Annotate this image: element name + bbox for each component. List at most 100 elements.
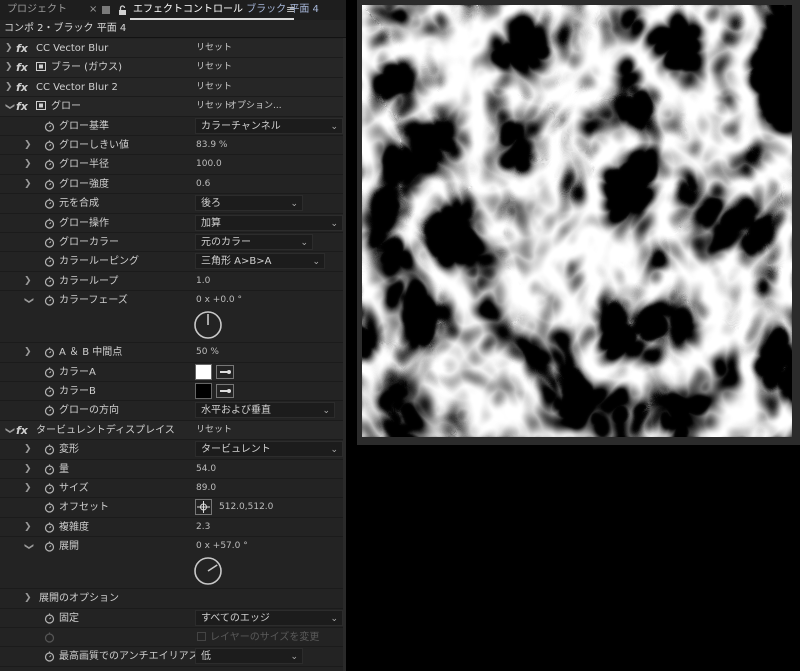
param-value[interactable]: 100.0 — [196, 155, 222, 174]
effect-row-cc-vector-blur-2[interactable]: ❯ fx CC Vector Blur 2 リセット — [0, 77, 346, 98]
param-value[interactable]: 83.9 % — [196, 136, 227, 155]
chevron-down-icon[interactable]: ❯ — [18, 297, 37, 305]
stopwatch-icon[interactable] — [44, 276, 55, 287]
pinning-dropdown[interactable]: すべてのエッジ ⌄ — [195, 609, 343, 626]
angle-dial[interactable] — [193, 556, 223, 586]
color-looping-dropdown[interactable]: 三角形 A>B>A ⌄ — [195, 253, 325, 270]
chevron-right-icon[interactable]: ❯ — [24, 518, 32, 537]
param-value[interactable]: 0 x +0.0 ° — [196, 291, 242, 310]
panel-menu-icon[interactable]: ≡ — [286, 0, 295, 20]
param-value[interactable]: 50 % — [196, 343, 219, 362]
chevron-right-icon[interactable]: ❯ — [24, 589, 32, 608]
chevron-right-icon[interactable]: ❯ — [24, 479, 32, 498]
stopwatch-icon[interactable] — [44, 502, 55, 513]
chevron-right-icon[interactable]: ❯ — [5, 78, 13, 97]
effect-row-gaussian-blur[interactable]: ❯ fx ブラー (ガウス) リセット — [0, 58, 346, 78]
param-row-size: ❯ サイズ 89.0 — [0, 479, 346, 499]
panel-tab-bar: プロジェクト × エフェクトコントロール ブラック 平面 4 ≡ — [0, 0, 346, 20]
stopwatch-icon[interactable] — [44, 159, 55, 170]
color-b-swatch[interactable] — [195, 383, 212, 399]
chevron-down-icon: ⌄ — [300, 238, 308, 248]
stopwatch-icon[interactable] — [44, 483, 55, 494]
param-value[interactable]: 2.3 — [196, 518, 210, 537]
stopwatch-icon[interactable] — [44, 464, 55, 475]
stopwatch-icon[interactable] — [44, 295, 55, 306]
effect-row-turbulent-displace[interactable]: ❯ fx タービュレントディスプレイス リセット — [0, 420, 346, 441]
param-value[interactable]: 54.0 — [196, 460, 216, 479]
stopwatch-icon[interactable] — [44, 256, 55, 267]
fx-icon[interactable]: fx — [16, 97, 28, 116]
resize-layer-checkbox[interactable] — [197, 632, 206, 641]
effect-row-glow[interactable]: ❯ fx グロー リセット オプション... — [0, 97, 346, 117]
chevron-down-icon[interactable]: ❯ — [18, 543, 37, 551]
lock-icon[interactable] — [118, 0, 127, 20]
chevron-right-icon[interactable]: ❯ — [24, 136, 32, 155]
chevron-right-icon[interactable]: ❯ — [5, 39, 13, 58]
panel-scrollbar[interactable] — [343, 38, 346, 671]
displacement-dropdown[interactable]: タービュレント ⌄ — [195, 441, 343, 458]
fx-icon[interactable]: fx — [16, 39, 28, 58]
param-row-glow-radius: ❯ グロー半径 100.0 — [0, 155, 346, 175]
composite-original-dropdown[interactable]: 後ろ ⌄ — [195, 195, 303, 212]
chevron-right-icon[interactable]: ❯ — [24, 155, 32, 174]
stopwatch-icon[interactable] — [44, 613, 55, 624]
effect-row-cc-vector-blur[interactable]: ❯ fx CC Vector Blur リセット — [0, 39, 346, 59]
turbulent-glow-pattern — [362, 5, 792, 437]
reset-button[interactable]: リセット — [196, 421, 232, 440]
chevron-right-icon[interactable]: ❯ — [5, 58, 13, 77]
param-value[interactable]: 1.0 — [196, 272, 210, 291]
effect-name: タービュレントディスプレイス — [36, 424, 175, 436]
stopwatch-icon[interactable] — [44, 651, 55, 662]
tab-project[interactable]: プロジェクト — [7, 0, 67, 20]
glow-colors-dropdown[interactable]: 元のカラー ⌄ — [195, 234, 313, 250]
eyedropper-icon[interactable] — [216, 384, 234, 398]
chevron-right-icon[interactable]: ❯ — [24, 272, 32, 291]
stopwatch-icon[interactable] — [44, 179, 55, 190]
stopwatch-icon[interactable] — [44, 347, 55, 358]
param-row-color-looping: カラールーピング 三角形 A>B>A ⌄ — [0, 252, 346, 272]
effect-controls-panel: プロジェクト × エフェクトコントロール ブラック 平面 4 ≡ コンポ 2・ブ… — [0, 0, 346, 671]
stopwatch-icon[interactable] — [44, 386, 55, 397]
panel-square-icon — [102, 6, 110, 14]
angle-dial[interactable] — [193, 310, 223, 340]
param-value[interactable]: 0.6 — [196, 175, 210, 194]
stopwatch-icon[interactable] — [44, 218, 55, 229]
param-label: サイズ — [59, 483, 89, 494]
reset-button[interactable]: リセット — [196, 78, 232, 97]
reset-button[interactable]: リセット — [196, 58, 232, 77]
stopwatch-icon[interactable] — [44, 140, 55, 151]
stopwatch-icon[interactable] — [44, 367, 55, 378]
options-link[interactable]: オプション... — [228, 97, 282, 116]
eyedropper-icon[interactable] — [216, 364, 234, 379]
fx-icon[interactable]: fx — [16, 78, 28, 97]
param-row-color-a: カラーA — [0, 363, 346, 382]
crosshair-icon[interactable] — [195, 499, 212, 516]
chevron-right-icon[interactable]: ❯ — [24, 343, 32, 362]
param-label: 元を合成 — [59, 198, 99, 210]
param-value[interactable]: 89.0 — [196, 479, 216, 498]
param-value[interactable]: 512.0,512.0 — [219, 498, 273, 517]
stopwatch-icon[interactable] — [44, 541, 55, 552]
fx-icon[interactable]: fx — [16, 421, 28, 440]
stopwatch-icon[interactable] — [44, 522, 55, 533]
chevron-right-icon[interactable]: ❯ — [24, 440, 32, 459]
param-value[interactable]: 0 x +57.0 ° — [196, 537, 248, 556]
fx-icon[interactable]: fx — [16, 58, 28, 77]
glow-base-dropdown[interactable]: カラーチャンネル ⌄ — [195, 117, 343, 134]
param-row-pinning: 固定 すべてのエッジ ⌄ — [0, 609, 346, 628]
stopwatch-icon[interactable] — [44, 405, 55, 416]
param-row-displacement: ❯ 変形 タービュレント ⌄ — [0, 440, 346, 460]
stopwatch-icon[interactable] — [44, 198, 55, 209]
chevron-right-icon[interactable]: ❯ — [24, 175, 32, 194]
glow-dimensions-dropdown[interactable]: 水平および垂直 ⌄ — [195, 402, 335, 419]
stopwatch-icon[interactable] — [44, 121, 55, 132]
reset-button[interactable]: リセット — [196, 39, 232, 58]
stopwatch-icon[interactable] — [44, 444, 55, 455]
color-a-swatch[interactable] — [195, 363, 212, 380]
close-icon[interactable]: × — [89, 0, 97, 20]
stopwatch-icon[interactable] — [44, 237, 55, 248]
reset-button[interactable]: リセット — [196, 97, 232, 116]
chevron-right-icon[interactable]: ❯ — [24, 460, 32, 479]
glow-operation-dropdown[interactable]: 加算 ⌄ — [195, 214, 343, 231]
antialiasing-dropdown[interactable]: 低 ⌄ — [195, 648, 303, 665]
